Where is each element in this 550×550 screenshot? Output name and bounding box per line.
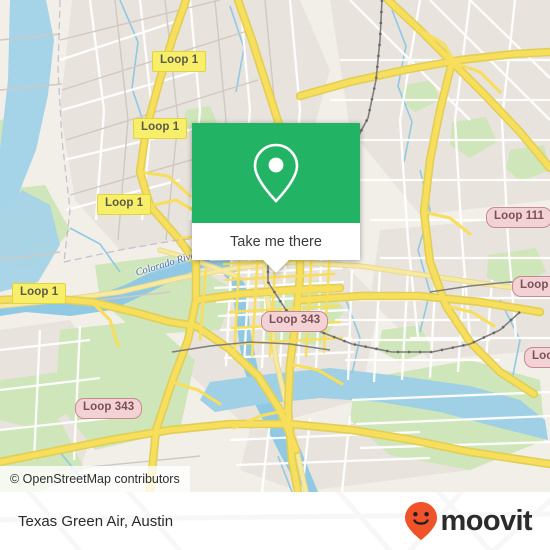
moovit-wordmark: moovit [440,504,533,537]
map-pin-icon [253,143,299,203]
road-shield-loop111: Loop 111 [486,207,550,228]
take-me-there-label: Take me there [230,233,322,250]
callout-footer[interactable]: Take me there [192,223,360,273]
callout-header [192,123,360,223]
callout-pointer [263,260,289,273]
road-shield-loop1-e: Loop 1 [512,276,550,297]
osm-attribution-text: © OpenStreetMap contributors [10,472,180,486]
moovit-smiley-pin-icon [404,502,437,540]
road-shield-loop1-sw: Loop 1 [12,283,67,304]
location-callout[interactable]: Take me there [192,123,360,273]
place-name: Texas Green Air, Austin [18,512,174,530]
road-shield-loop1-w: Loop 1 [97,194,152,215]
road-shield-loop1-nw: Loop 1 [133,118,188,139]
road-shield-loop343-sw: Loop 343 [75,398,143,419]
footer-bar: Texas Green Air, Austin moovit [0,492,550,550]
road-shield-loop343-c: Loop 343 [261,311,329,332]
map-screenshot: Loop 1 Loop 1 Loop 1 Loop 1 Loop 111 Loo… [0,0,550,550]
moovit-logo[interactable]: moovit [404,501,533,541]
osm-attribution[interactable]: © OpenStreetMap contributors [0,466,190,492]
road-shield-loop1-n: Loop 1 [152,51,207,72]
road-shield-loop-se: Loop [524,347,550,368]
